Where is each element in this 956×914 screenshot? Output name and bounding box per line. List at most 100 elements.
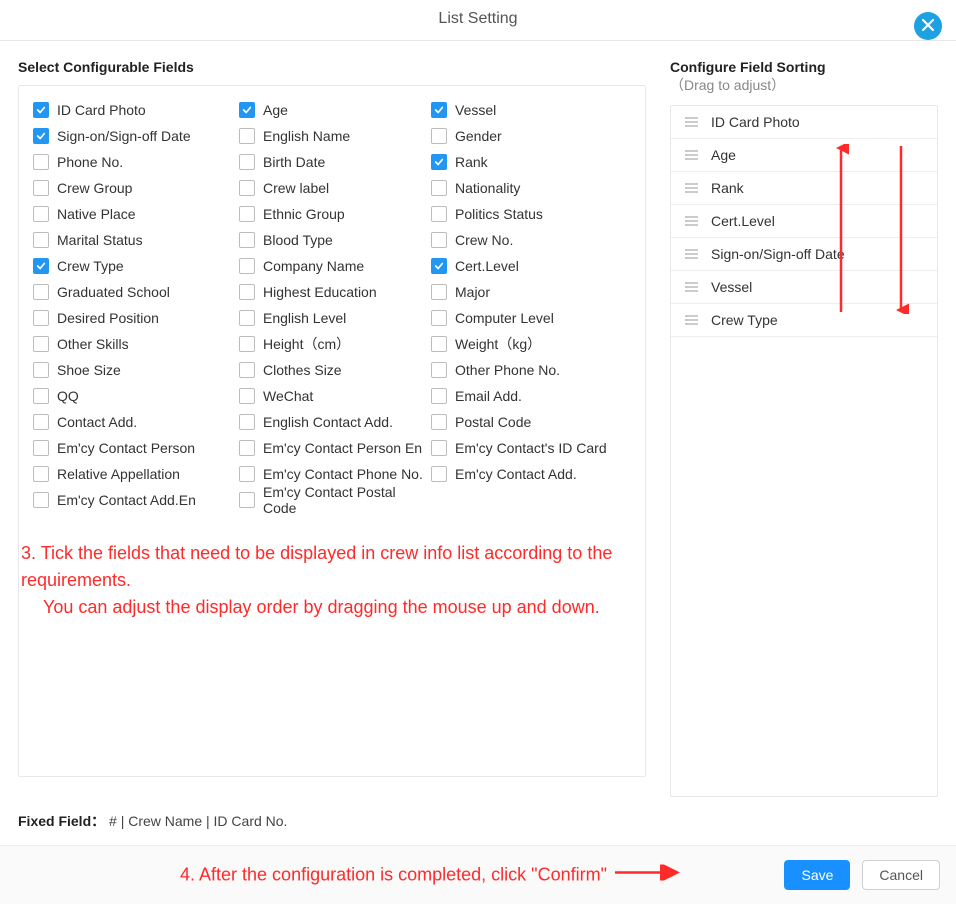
fixed-field-row: Fixed Field： # | Crew Name | ID Card No. (0, 797, 956, 845)
sort-item[interactable]: Vessel (671, 271, 937, 304)
field-checkbox[interactable]: WeChat (239, 386, 425, 406)
field-label: Age (263, 102, 288, 118)
field-checkbox[interactable]: Em'cy Contact Postal Code (239, 490, 425, 510)
field-checkbox[interactable]: Em'cy Contact Phone No. (239, 464, 425, 484)
field-label: Gender (455, 128, 502, 144)
field-checkbox[interactable]: Gender (431, 126, 631, 146)
field-sorting-hint: （Drag to adjust） (670, 77, 785, 93)
field-checkbox[interactable]: Blood Type (239, 230, 425, 250)
checkbox-icon (239, 310, 255, 326)
field-checkbox[interactable]: Shoe Size (33, 360, 233, 380)
field-checkbox[interactable]: Email Add. (431, 386, 631, 406)
checkbox-icon (33, 362, 49, 378)
sort-item-label: ID Card Photo (711, 114, 800, 130)
field-checkbox[interactable]: Sign-on/Sign-off Date (33, 126, 233, 146)
field-checkbox[interactable]: Weight（kg） (431, 334, 631, 354)
field-checkbox[interactable]: Graduated School (33, 282, 233, 302)
field-label: Desired Position (57, 310, 159, 326)
field-label: English Name (263, 128, 350, 144)
field-sorting-section: Configure Field Sorting （Drag to adjust）… (670, 59, 938, 797)
checkbox-icon (239, 388, 255, 404)
drag-handle-icon (685, 116, 699, 128)
checkbox-icon (431, 336, 447, 352)
checkbox-icon (33, 154, 49, 170)
field-checkbox[interactable]: Other Phone No. (431, 360, 631, 380)
cancel-button[interactable]: Cancel (862, 860, 940, 890)
field-checkbox[interactable]: Marital Status (33, 230, 233, 250)
sort-item[interactable]: ID Card Photo (671, 106, 937, 139)
sort-item[interactable]: Age (671, 139, 937, 172)
checkbox-icon (239, 414, 255, 430)
field-checkbox[interactable]: Birth Date (239, 152, 425, 172)
drag-handle-icon (685, 215, 699, 227)
field-label: Computer Level (455, 310, 554, 326)
close-button[interactable] (914, 12, 942, 40)
field-checkbox[interactable]: Crew label (239, 178, 425, 198)
field-checkbox[interactable]: Crew Type (33, 256, 233, 276)
checkbox-icon (431, 232, 447, 248)
field-label: English Level (263, 310, 346, 326)
field-checkbox[interactable]: Em'cy Contact Add.En (33, 490, 233, 510)
field-checkbox[interactable]: Age (239, 100, 425, 120)
field-checkbox[interactable]: English Name (239, 126, 425, 146)
field-label: Other Phone No. (455, 362, 560, 378)
field-checkbox[interactable]: Company Name (239, 256, 425, 276)
checkbox-icon (33, 414, 49, 430)
field-label: Cert.Level (455, 258, 519, 274)
field-checkbox[interactable]: Postal Code (431, 412, 631, 432)
field-label: Highest Education (263, 284, 377, 300)
sort-item[interactable]: Cert.Level (671, 205, 937, 238)
field-checkbox[interactable]: Clothes Size (239, 360, 425, 380)
field-checkbox[interactable]: Cert.Level (431, 256, 631, 276)
field-label: WeChat (263, 388, 313, 404)
field-checkbox[interactable]: Highest Education (239, 282, 425, 302)
field-checkbox[interactable]: Vessel (431, 100, 631, 120)
configurable-fields-section: Select Configurable Fields ID Card Photo… (18, 59, 646, 797)
field-checkbox[interactable]: English Level (239, 308, 425, 328)
checkbox-icon (33, 440, 49, 456)
field-checkbox[interactable]: Rank (431, 152, 631, 172)
field-checkbox[interactable]: Crew Group (33, 178, 233, 198)
field-sorting-title: Configure Field Sorting （Drag to adjust） (670, 59, 938, 95)
annotation-arrow-right-icon (613, 862, 683, 889)
field-checkbox[interactable]: Em'cy Contact Person En (239, 438, 425, 458)
field-checkbox[interactable]: Desired Position (33, 308, 233, 328)
field-checkbox[interactable]: Phone No. (33, 152, 233, 172)
field-checkbox[interactable]: Other Skills (33, 334, 233, 354)
field-checkbox[interactable]: Native Place (33, 204, 233, 224)
field-checkbox[interactable]: English Contact Add. (239, 412, 425, 432)
checkbox-icon (431, 388, 447, 404)
field-checkbox[interactable]: ID Card Photo (33, 100, 233, 120)
annotation-step4-text: 4. After the configuration is completed,… (180, 862, 607, 889)
field-checkbox[interactable]: Computer Level (431, 308, 631, 328)
sort-item[interactable]: Sign-on/Sign-off Date (671, 238, 937, 271)
sort-item[interactable]: Rank (671, 172, 937, 205)
checkbox-icon (431, 310, 447, 326)
sort-item-label: Crew Type (711, 312, 778, 328)
field-checkbox[interactable]: Politics Status (431, 204, 631, 224)
field-checkbox[interactable]: QQ (33, 386, 233, 406)
checkbox-icon (431, 284, 447, 300)
checkbox-icon (239, 258, 255, 274)
field-checkbox[interactable]: Height（cm） (239, 334, 425, 354)
field-checkbox[interactable]: Nationality (431, 178, 631, 198)
field-checkbox[interactable]: Em'cy Contact's ID Card (431, 438, 631, 458)
checkbox-icon (33, 284, 49, 300)
close-icon (921, 18, 935, 35)
sort-item[interactable]: Crew Type (671, 304, 937, 337)
field-label: Rank (455, 154, 488, 170)
checkbox-icon (33, 466, 49, 482)
field-label: Nationality (455, 180, 520, 196)
save-button[interactable]: Save (784, 860, 850, 890)
field-checkbox[interactable]: Crew No. (431, 230, 631, 250)
field-checkbox[interactable]: Major (431, 282, 631, 302)
field-label: Em'cy Contact Add.En (57, 492, 196, 508)
field-checkbox[interactable]: Contact Add. (33, 412, 233, 432)
field-label: Weight（kg） (455, 334, 541, 354)
field-checkbox[interactable]: Relative Appellation (33, 464, 233, 484)
sort-item-label: Rank (711, 180, 744, 196)
field-checkbox[interactable]: Em'cy Contact Add. (431, 464, 631, 484)
field-checkbox[interactable]: Ethnic Group (239, 204, 425, 224)
field-checkbox[interactable]: Em'cy Contact Person (33, 438, 233, 458)
checkbox-icon (431, 258, 447, 274)
